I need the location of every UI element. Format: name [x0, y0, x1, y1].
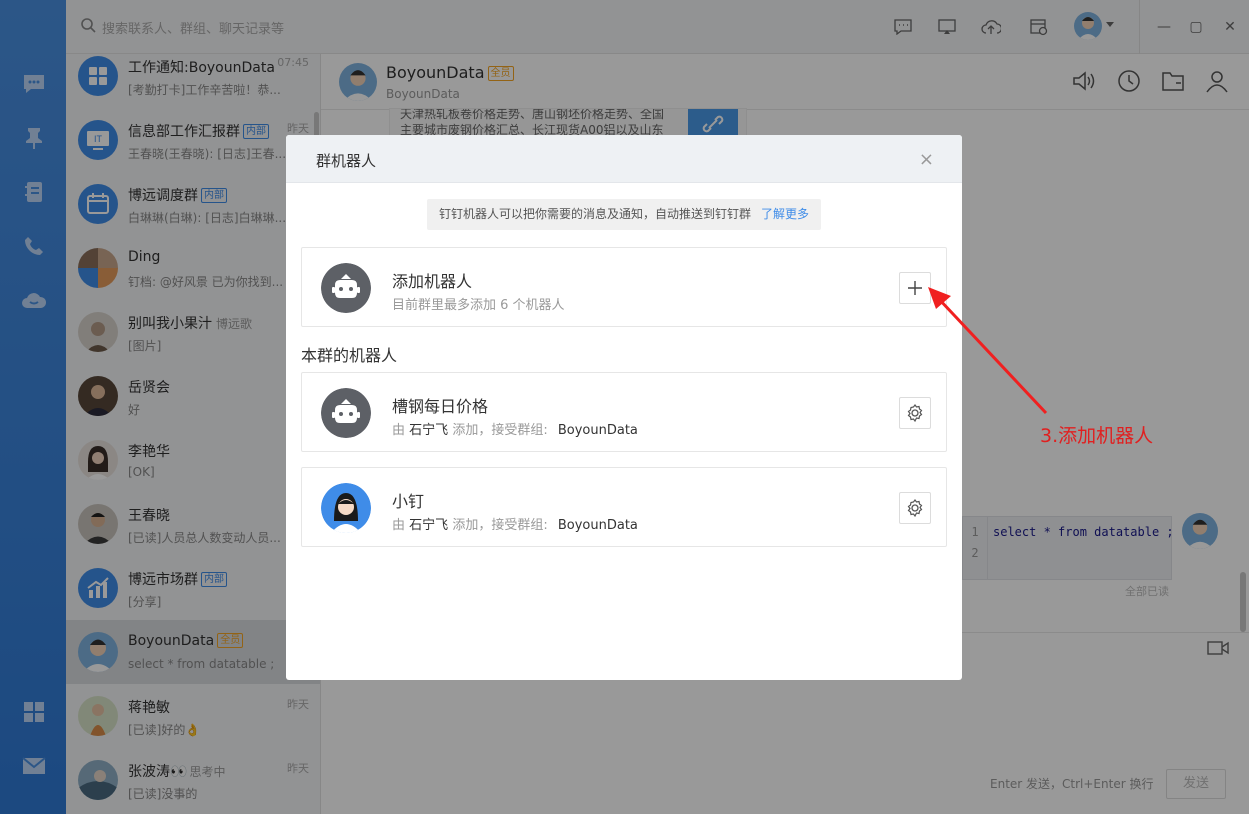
dingtalk-window: 搜索联系人、群组、聊天记录等 — ▢ ✕ 工作通知:BoyounData [考勤… — [0, 0, 1249, 814]
annotation-label: 3.添加机器人 — [1040, 425, 1154, 447]
annotation-arrow — [928, 287, 1048, 415]
